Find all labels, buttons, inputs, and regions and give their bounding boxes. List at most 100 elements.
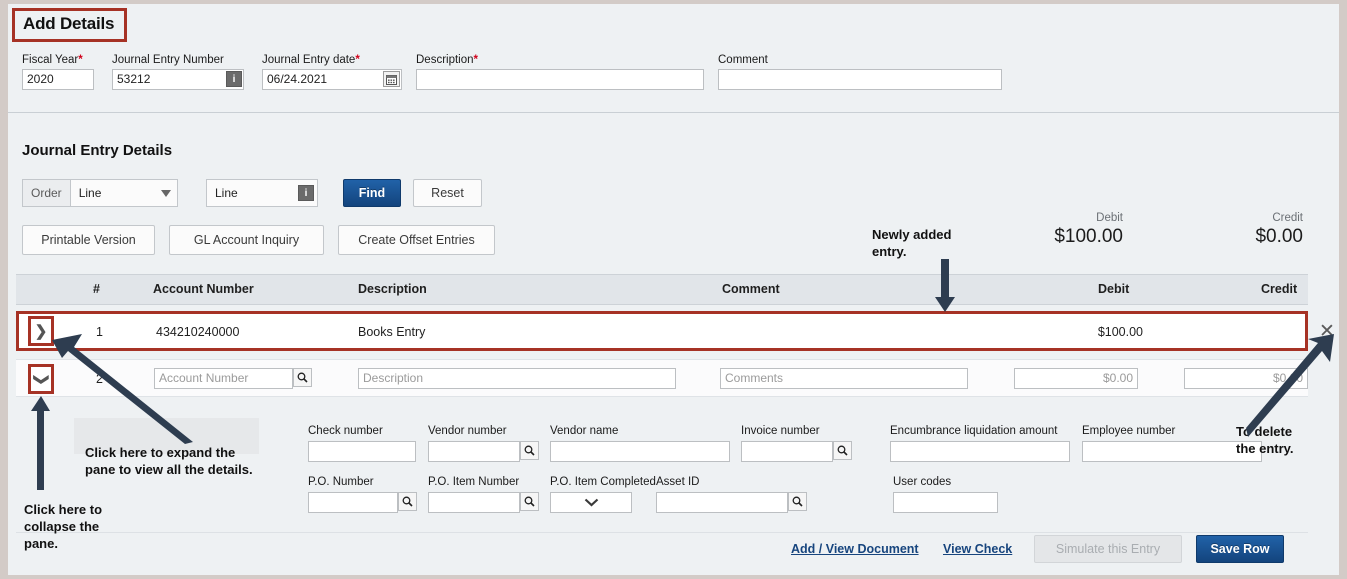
annotation-line: Newly added [872,227,952,242]
annotation-arrow-up [31,396,50,490]
simulate-this-entry-button[interactable]: Simulate this Entry [1034,535,1182,563]
annotation-line: entry. [872,244,907,259]
save-row-button[interactable]: Save Row [1196,535,1284,563]
vendor-number-label: Vendor number [428,425,507,437]
fiscal-year-label-text: Fiscal Year [22,54,79,66]
info-icon[interactable]: i [298,185,314,201]
journal-entry-date-input[interactable]: 06/24.2021 [262,69,402,90]
annotation-newly-added: Newly added entry. [872,226,1012,260]
po-item-number-input[interactable] [428,492,520,513]
asset-id-input[interactable] [656,492,788,513]
find-button[interactable]: Find [343,179,401,207]
gl-account-inquiry-button[interactable]: GL Account Inquiry [169,225,324,255]
debit-row-input[interactable]: $0.00 [1014,368,1138,389]
annotation-arrow-upleft [52,334,193,444]
row-debit: $100.00 [1097,325,1143,339]
employee-number-input[interactable] [1082,441,1262,462]
required-marker: * [78,54,83,66]
fiscal-year-label: Fiscal Year* [22,54,83,66]
magnifier-glyph [837,445,848,456]
required-marker: * [473,54,479,66]
comment-row-input[interactable]: Comments [720,368,968,389]
add-details-panel: Add Details Fiscal Year* 2020 Journal En… [8,4,1339,575]
order-label: Order [22,179,70,207]
po-item-number-label: P.O. Item Number [428,476,520,488]
column-header-account-number: Account Number [153,282,254,296]
chevron-down-icon: ❯ [32,372,50,386]
po-item-completed-label: P.O. Item Completed [550,476,656,488]
column-header-credit: Credit [1261,282,1298,296]
view-check-link[interactable]: View Check [943,542,1012,556]
po-item-completed-select[interactable] [550,492,632,513]
journal-entry-number-label-text: Journal Entry Number [112,54,224,66]
description-input[interactable] [416,69,704,90]
chevron-down-icon [160,189,171,197]
create-offset-entries-button[interactable]: Create Offset Entries [338,225,495,255]
search-icon[interactable] [398,492,417,511]
check-number-label: Check number [308,425,383,437]
debit-row-placeholder: $0.00 [1102,371,1133,385]
column-header-comment: Comment [722,282,780,296]
fiscal-year-input[interactable]: 2020 [22,69,94,90]
comment-input[interactable] [718,69,1002,90]
find-input-value: Line [215,186,238,200]
magnifier-glyph [402,496,413,507]
chevron-down-icon [584,498,598,507]
vendor-number-input[interactable] [428,441,520,462]
annotation-line: collapse the [24,519,100,534]
annotation-line: the entry. [1236,441,1294,456]
calendar-glyph [386,74,397,85]
row-collapse-button[interactable]: ❯ [28,364,54,394]
encumbrance-liquidation-amount-label: Encumbrance liquidation amount [890,425,1058,437]
journal-entry-number-value: 53212 [117,72,151,86]
journal-entry-number-input[interactable]: 53212 [112,69,244,90]
employee-number-label: Employee number [1082,425,1176,437]
column-header-description: Description [358,282,427,296]
annotation-arrow-down [935,259,955,312]
fiscal-year-value: 2020 [27,72,54,86]
column-header-number: # [93,282,100,296]
encumbrance-liquidation-amount-input[interactable] [890,441,1070,462]
journal-entry-date-label: Journal Entry date* [262,54,360,66]
invoice-number-label: Invoice number [741,425,820,437]
divider [8,112,1339,113]
description-row-input[interactable]: Description [358,368,676,389]
magnifier-glyph [524,496,535,507]
annotation-collapse-pane: Click here to collapse the pane. [24,501,144,552]
order-select[interactable]: Line [69,179,178,207]
magnifier-glyph [792,496,803,507]
check-number-input[interactable] [308,441,416,462]
row-expand-button[interactable]: ❯ [28,316,54,346]
calendar-icon[interactable] [383,71,400,87]
search-icon[interactable] [293,368,312,387]
po-number-label: P.O. Number [308,476,374,488]
journal-entry-date-label-text: Journal Entry date [262,54,356,66]
comment-row-placeholder: Comments [725,371,784,385]
invoice-number-input[interactable] [741,441,833,462]
vendor-name-label: Vendor name [550,425,619,437]
asset-id-label: Asset ID [656,476,700,488]
annotation-expand-pane: Click here to expand the pane to view al… [85,444,300,478]
order-group: Order Line [22,179,178,207]
search-icon[interactable] [520,492,539,511]
journal-entry-number-label: Journal Entry Number [112,54,224,66]
info-icon[interactable]: i [226,71,242,87]
total-credit-label: Credit [1272,212,1303,224]
vendor-name-input[interactable] [550,441,730,462]
search-icon[interactable] [788,492,807,511]
annotation-arrow-upright [1246,334,1334,437]
annotation-line: pane to view all the details. [85,462,253,477]
user-codes-input[interactable] [893,492,998,513]
search-icon[interactable] [520,441,539,460]
page-title-text: Add Details [23,14,115,33]
column-header-debit: Debit [1098,282,1130,296]
po-number-input[interactable] [308,492,398,513]
annotation-line: Click here to expand the [85,445,236,460]
printable-version-button[interactable]: Printable Version [22,225,155,255]
add-view-document-link[interactable]: Add / View Document [791,542,919,556]
row-description: Books Entry [358,325,426,339]
search-icon[interactable] [833,441,852,460]
section-heading: Journal Entry Details [22,142,173,159]
reset-button[interactable]: Reset [413,179,482,207]
user-codes-label: User codes [893,476,952,488]
